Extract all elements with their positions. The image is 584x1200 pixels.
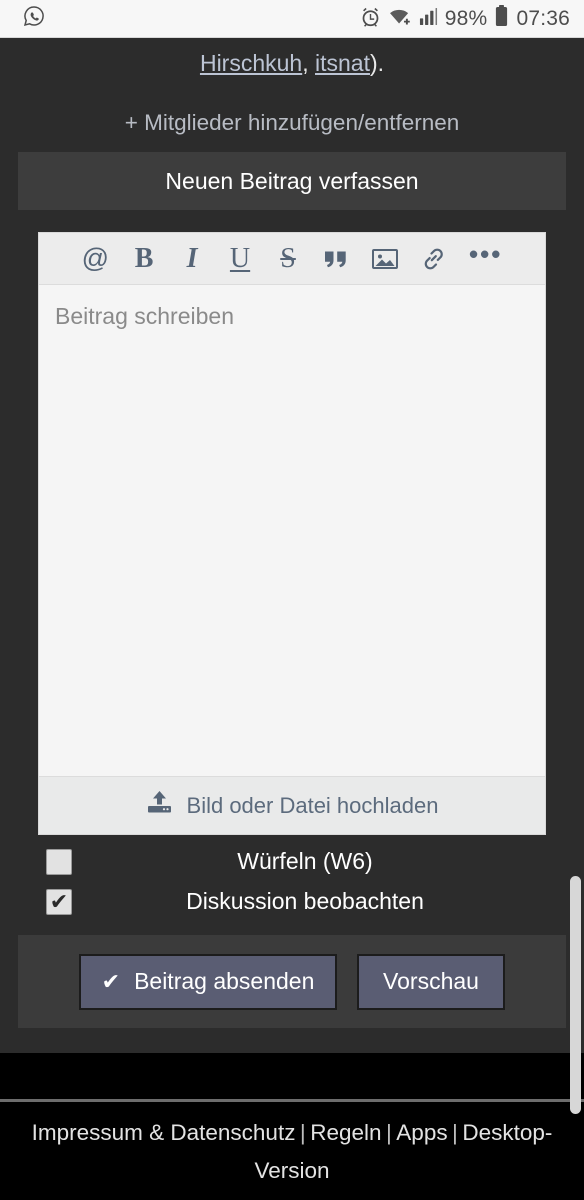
preview-button[interactable]: Vorschau [357,953,505,1010]
page-footer: Impressum & Datenschutz | Regeln | Apps … [0,1102,584,1200]
upload-icon [146,790,173,821]
more-options-icon[interactable]: ••• [469,241,502,277]
footer-link-regeln[interactable]: Regeln [310,1120,381,1145]
add-remove-members-link[interactable]: + Mitglieder hinzufügen/entfernen [0,108,584,138]
submit-post-label: Beitrag absenden [134,968,315,994]
post-textarea-placeholder: Beitrag schreiben [55,303,234,329]
option-row-dice[interactable]: Würfeln (W6) [0,848,584,875]
link-icon[interactable] [421,241,447,277]
new-post-header: Neuen Beitrag verfassen [18,152,566,210]
underline-icon[interactable]: U [227,241,253,277]
submit-post-button[interactable]: ✔ Beitrag absenden [79,953,337,1010]
checkbox-watch-discussion[interactable]: ✔ [46,888,72,915]
footer-separator-3: | [452,1120,458,1145]
battery-percent-label: 98% [444,6,488,30]
footer-link-apps[interactable]: Apps [396,1120,447,1145]
battery-full-icon [494,5,509,32]
wifi-icon [388,6,412,32]
post-editor: @ B I U S ••• Beitrag schreiben Bild ode… [38,232,546,835]
alarm-clock-icon [360,6,381,32]
footer-link-impressum[interactable]: Impressum & Datenschutz [32,1120,296,1145]
clock-label: 07:36 [516,6,570,30]
participant-link-itsnat[interactable]: itsnat [315,50,370,76]
strikethrough-icon[interactable]: S [275,241,301,277]
italic-icon[interactable]: I [179,241,205,277]
upload-file-button[interactable]: Bild oder Datei hochladen [39,776,545,834]
snippet-comma: , [302,50,315,76]
preview-label: Vorschau [383,968,479,994]
footer-separator-1: | [299,1120,306,1145]
post-textarea[interactable]: Beitrag schreiben [39,285,545,776]
action-bar: ✔ Beitrag absenden Vorschau [18,935,566,1028]
page-content: Hirschkuh, itsnat). + Mitglieder hinzufü… [0,38,584,1053]
black-spacer [0,1053,584,1100]
checkbox-dice[interactable] [46,848,72,875]
bold-icon[interactable]: B [131,241,157,277]
footer-separator-2: | [385,1120,392,1145]
participant-link-hirschkuh[interactable]: Hirschkuh [200,50,302,76]
checkbox-label-watch-discussion: Diskussion beobachten [186,888,424,914]
snippet-tail: ). [369,50,385,76]
image-icon[interactable] [371,241,399,277]
whatsapp-icon [22,4,46,33]
status-bar-indicators: 98% 07:36 [360,5,570,32]
upload-label: Bild oder Datei hochladen [186,792,439,818]
quote-icon[interactable] [323,241,349,277]
option-row-watch-discussion[interactable]: ✔ Diskussion beobachten [0,888,584,915]
status-bar-notifications [22,4,46,33]
editor-toolbar: @ B I U S ••• [39,233,545,285]
vertical-scrollbar[interactable] [570,876,581,1114]
thread-participants-snippet: Hirschkuh, itsnat). [0,38,584,80]
cellular-signal-icon [419,7,438,31]
checkmark-icon: ✔ [101,968,121,994]
android-status-bar: 98% 07:36 [0,0,584,38]
mention-icon[interactable]: @ [82,241,109,277]
checkbox-label-dice: Würfeln (W6) [237,848,373,874]
